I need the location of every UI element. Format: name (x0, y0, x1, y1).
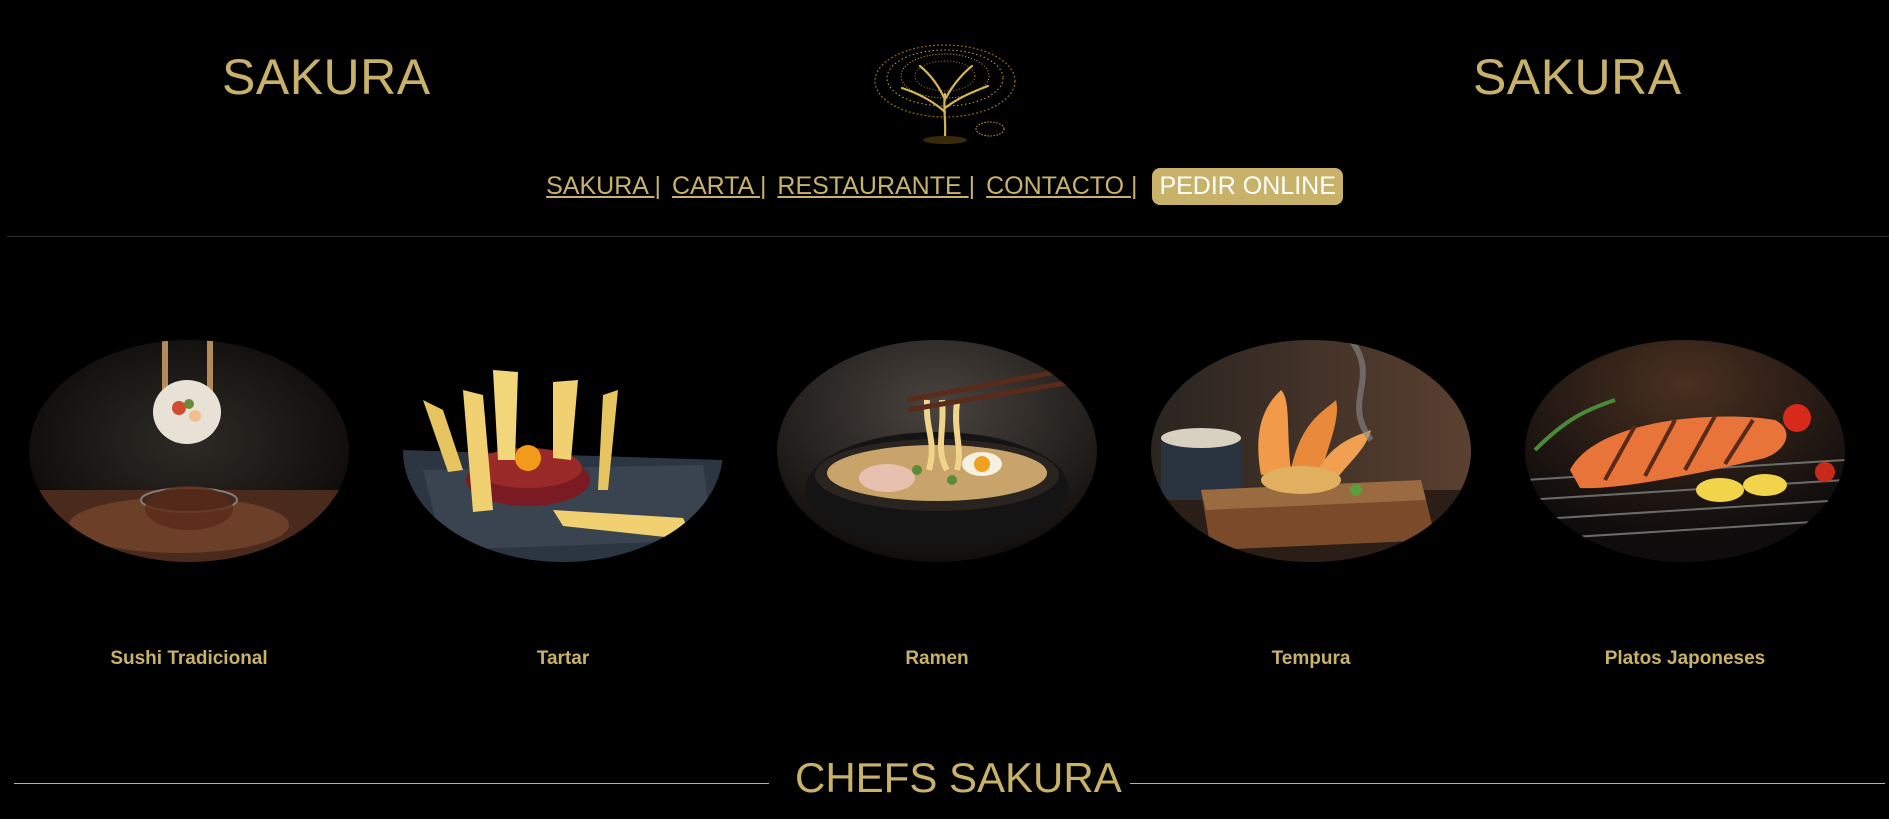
tartar-image[interactable] (403, 340, 723, 562)
grilled-salmon-image[interactable] (1525, 340, 1845, 562)
nav-separator: | (968, 172, 976, 200)
dish-name: Sushi Tradicional (110, 648, 268, 669)
dish-card-tartar[interactable]: Tartar (403, 340, 723, 670)
dish-card-ramen[interactable]: Ramen (777, 340, 1097, 670)
heading-line-right (1130, 783, 1885, 784)
dish-card-platos-japoneses[interactable]: Platos Japoneses (1525, 340, 1845, 670)
chefs-section-heading: CHEFS SAKURA (0, 748, 1889, 808)
order-online-button[interactable]: PEDIR ONLINE (1152, 168, 1343, 205)
main-nav: SAKURA | CARTA | RESTAURANTE | CONTACTO … (0, 168, 1889, 205)
nav-link-sakura[interactable]: SAKURA (546, 172, 654, 200)
nav-separator: | (759, 172, 767, 200)
ramen-image[interactable] (777, 340, 1097, 562)
sushi-image[interactable] (29, 340, 349, 562)
nav-separator: | (654, 172, 661, 200)
nav-link-contacto[interactable]: CONTACTO (986, 172, 1131, 200)
nav-separator: | (1131, 172, 1138, 200)
dish-name: Tartar (536, 648, 590, 669)
tree-logo-icon[interactable] (870, 36, 1020, 148)
nav-link-restaurante[interactable]: RESTAURANTE (777, 172, 968, 200)
dish-name: Platos Japoneses (1604, 648, 1766, 669)
dish-card-tempura[interactable]: Tempura (1151, 340, 1471, 670)
dish-name: Tempura (1271, 648, 1351, 669)
nav-link-carta[interactable]: CARTA (672, 172, 760, 200)
brand-title-left: SAKURA (222, 49, 431, 105)
header-divider (7, 236, 1889, 237)
dish-name: Ramen (905, 648, 969, 669)
chefs-title: CHEFS SAKURA (795, 754, 1122, 801)
brand-title-right: SAKURA (1473, 49, 1682, 105)
dish-card-sushi[interactable]: Sushi Tradicional (29, 340, 349, 670)
tempura-image[interactable] (1151, 340, 1471, 562)
heading-line-left (14, 783, 769, 784)
